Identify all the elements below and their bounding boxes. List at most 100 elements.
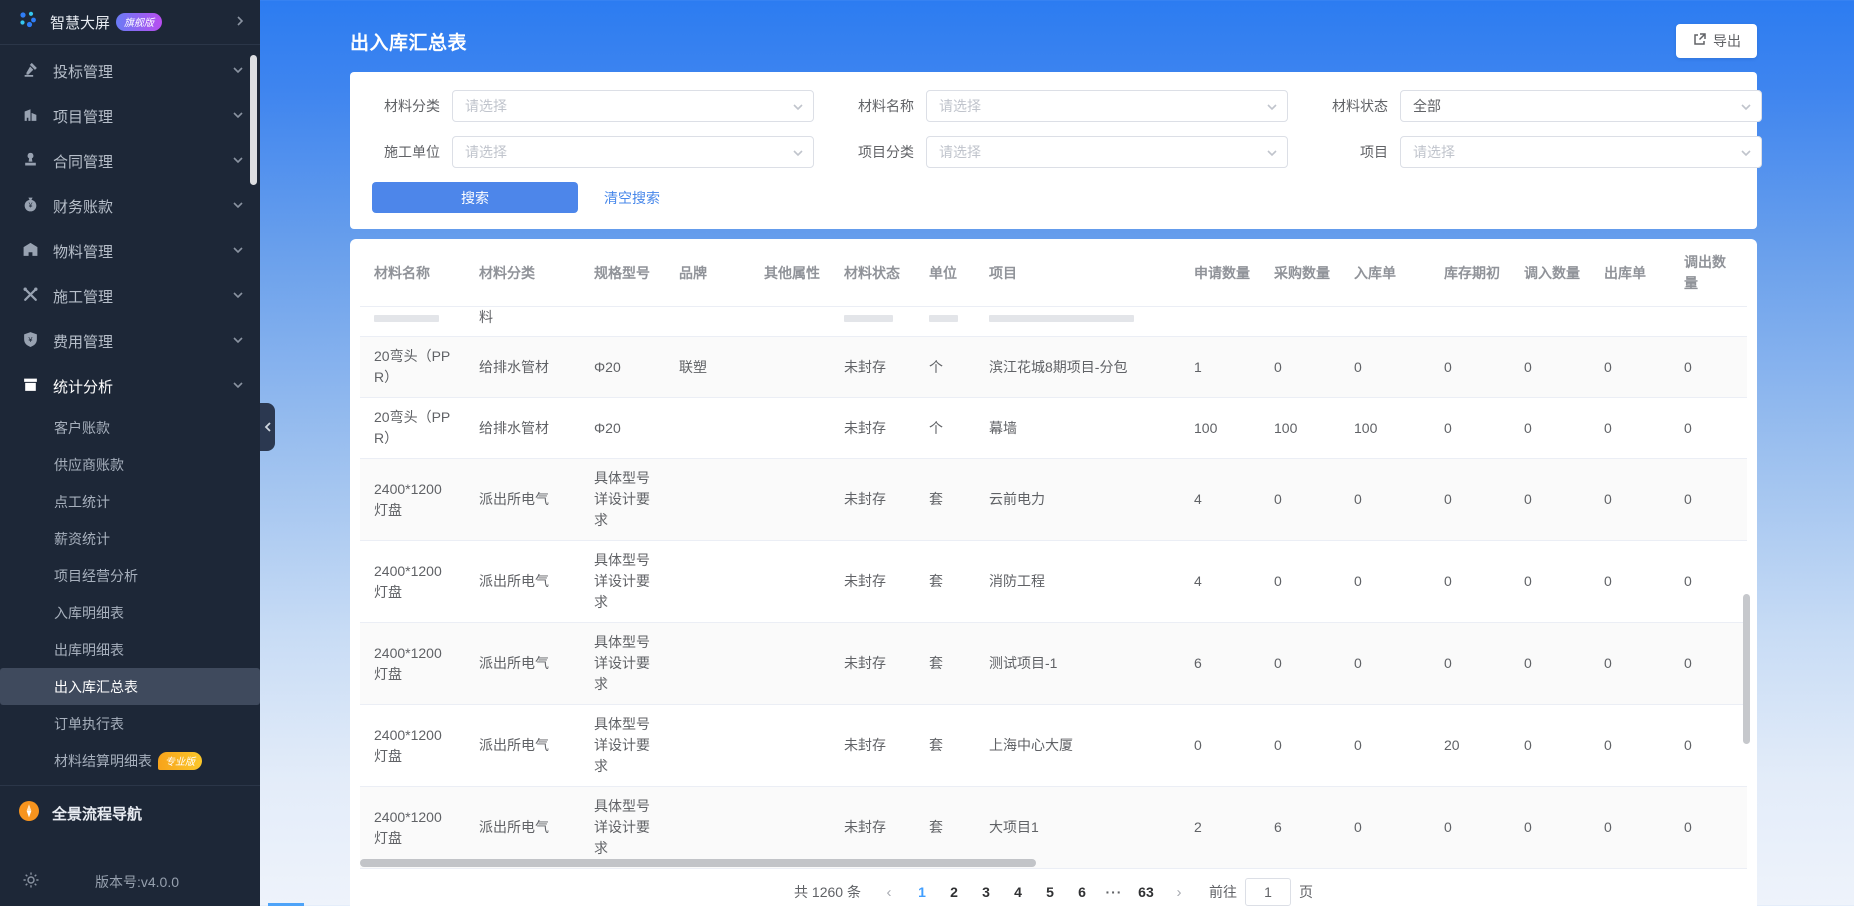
filter-select[interactable]: 请选择 [926, 136, 1288, 168]
table-body: 20弯头（PPR）给排水管材Φ20联塑未封存个滨江花城8期项目-分包100000… [360, 337, 1747, 869]
pagination-bar: 共 1260 条 ‹ 123456···63 › 前往 页 [350, 869, 1757, 906]
pagination-page-6[interactable]: 6 [1069, 879, 1095, 905]
table-cell: 0 [1510, 348, 1590, 387]
sidebar-subitem-4[interactable]: 薪资统计 [0, 520, 260, 557]
settings-gear-icon[interactable] [22, 871, 40, 892]
table-cell: 100 [1340, 409, 1430, 448]
table-cell [665, 737, 750, 755]
export-label: 导出 [1713, 31, 1741, 51]
sidebar-subitem-5[interactable]: 项目经营分析 [0, 557, 260, 594]
sidebar-subitem-6[interactable]: 入库明细表 [0, 594, 260, 631]
filter-group: 项目请选择 [1320, 136, 1762, 168]
pagination-page-2[interactable]: 2 [941, 879, 967, 905]
column-header: 单位 [915, 250, 975, 296]
table-cell: 派出所电气 [465, 808, 580, 847]
filter-panel: 材料分类请选择材料名称请选择材料状态全部施工单位请选择项目分类请选择项目请选择 … [350, 72, 1757, 229]
table-cell: 具体型号详设计要求 [580, 459, 665, 540]
sidebar-item-3[interactable]: 合同管理 [0, 139, 260, 184]
clear-search-link[interactable]: 清空搜索 [604, 188, 660, 208]
table-cell [750, 491, 830, 509]
sidebar-item-5[interactable]: 物料管理 [0, 229, 260, 274]
filter-label: 材料状态 [1320, 96, 1388, 116]
finance-moneybag-icon: ¥ [22, 196, 39, 217]
pagination-next-button[interactable]: › [1167, 884, 1191, 901]
filter-select[interactable]: 请选择 [452, 90, 814, 122]
app-logo[interactable]: 智慧大屏 旗舰版 [0, 0, 260, 44]
table-row-6: 2400*1200灯盘派出所电气具体型号详设计要求未封存套上海中心大厦00020… [360, 705, 1747, 787]
sidebar-item-label: 合同管理 [53, 151, 232, 172]
chevron-down-icon [232, 198, 244, 215]
table-cell: 大项目1 [975, 808, 1180, 847]
clipped-text-fragment [374, 315, 439, 322]
sidebar-menu: 投标管理项目管理合同管理 ¥财务账款物料管理施工管理¥费用管理统计分析客户账款供应… [0, 45, 260, 779]
sidebar-subitem-2[interactable]: 供应商账款 [0, 446, 260, 483]
sidebar-item-panorama-navigation[interactable]: 全景流程导航 [0, 790, 260, 836]
export-button[interactable]: 导出 [1676, 24, 1757, 58]
filter-select[interactable]: 请选择 [452, 136, 814, 168]
sidebar-subitem-7[interactable]: 出库明细表 [0, 631, 260, 668]
table-cell: 0 [1590, 562, 1670, 601]
pagination-page-5[interactable]: 5 [1037, 879, 1063, 905]
table-cell: 6 [1180, 644, 1260, 683]
stats-archive-icon [22, 376, 39, 397]
table-cell: 派出所电气 [465, 644, 580, 683]
table-cell: 20弯头（PPR） [360, 337, 465, 397]
chevron-down-icon [232, 243, 244, 260]
table-cell: 0 [1430, 562, 1510, 601]
table-cell: 1 [1180, 348, 1260, 387]
table-vertical-scrollbar-thumb[interactable] [1743, 594, 1750, 744]
sidebar-subitem-9[interactable]: 订单执行表 [0, 705, 260, 742]
filter-select[interactable]: 请选择 [1400, 136, 1762, 168]
search-button[interactable]: 搜索 [372, 182, 578, 213]
sidebar-item-4[interactable]: ¥财务账款 [0, 184, 260, 229]
table-row-1: 20弯头（PPR）给排水管材Φ20联塑未封存个滨江花城8期项目-分包100000… [360, 337, 1747, 398]
dashboard-dots-icon [18, 10, 38, 34]
svg-text:¥: ¥ [29, 203, 33, 210]
table-scroll-viewport: 材料名称材料分类规格型号品牌其他属性材料状态单位项目申请数量采购数量入库单库存期… [350, 239, 1757, 869]
pagination-page-3[interactable]: 3 [973, 879, 999, 905]
pagination-page-4[interactable]: 4 [1005, 879, 1031, 905]
table-cell: 联塑 [665, 348, 750, 387]
table-cell: 0 [1340, 726, 1430, 765]
select-value: 全部 [1413, 96, 1441, 116]
sidebar-subitem-1[interactable]: 客户账款 [0, 409, 260, 446]
column-header: 调出数量 [1670, 239, 1742, 306]
table-cell: 0 [1590, 409, 1670, 448]
table-cell: 未封存 [830, 808, 915, 847]
filter-row-1: 材料分类请选择材料名称请选择材料状态全部 [372, 90, 1735, 122]
sidebar-item-label: 统计分析 [53, 376, 232, 397]
sidebar-subitem-8[interactable]: 出入库汇总表 [0, 668, 260, 705]
sidebar-subitem-10[interactable]: 材料结算明细表专业版 [0, 742, 260, 779]
table-cell: 2400*1200灯盘 [360, 634, 465, 694]
pagination-page-63[interactable]: 63 [1133, 879, 1159, 905]
sidebar-item-2[interactable]: 项目管理 [0, 94, 260, 139]
pagination-page-input[interactable] [1245, 878, 1291, 906]
table-row-3: 2400*1200灯盘派出所电气具体型号详设计要求未封存套云前电力4000000 [360, 459, 1747, 541]
table-cell: 幕墙 [975, 409, 1180, 448]
table-cell: 具体型号详设计要求 [580, 705, 665, 786]
table-cell: 滨江花城8期项目-分包 [975, 348, 1180, 387]
sidebar-item-6[interactable]: 施工管理 [0, 274, 260, 319]
pagination-prev-button[interactable]: ‹ [877, 884, 901, 901]
chevron-down-icon [232, 153, 244, 170]
sidebar-item-1[interactable]: 投标管理 [0, 49, 260, 94]
table-cell: 20 [1430, 726, 1510, 765]
table-cell: 未封存 [830, 409, 915, 448]
filter-label: 项目分类 [846, 142, 914, 162]
table-cell: 0 [1590, 348, 1670, 387]
sidebar-subitem-3[interactable]: 点工统计 [0, 483, 260, 520]
select-placeholder: 请选择 [465, 96, 507, 116]
sidebar-item-8[interactable]: 统计分析 [0, 364, 260, 409]
column-header: 出库单 [1590, 250, 1670, 296]
pagination-page-suffix: 页 [1299, 882, 1313, 902]
table-cell: 0 [1590, 644, 1670, 683]
table-cell [665, 419, 750, 437]
filter-select[interactable]: 全部 [1400, 90, 1762, 122]
table-cell: 2400*1200灯盘 [360, 552, 465, 612]
table-horizontal-scrollbar-thumb[interactable] [360, 859, 1036, 867]
sidebar-scrollbar-thumb[interactable] [250, 55, 257, 185]
table-cell: 0 [1340, 808, 1430, 847]
sidebar-item-7[interactable]: ¥费用管理 [0, 319, 260, 364]
filter-select[interactable]: 请选择 [926, 90, 1288, 122]
pagination-page-1[interactable]: 1 [909, 879, 935, 905]
